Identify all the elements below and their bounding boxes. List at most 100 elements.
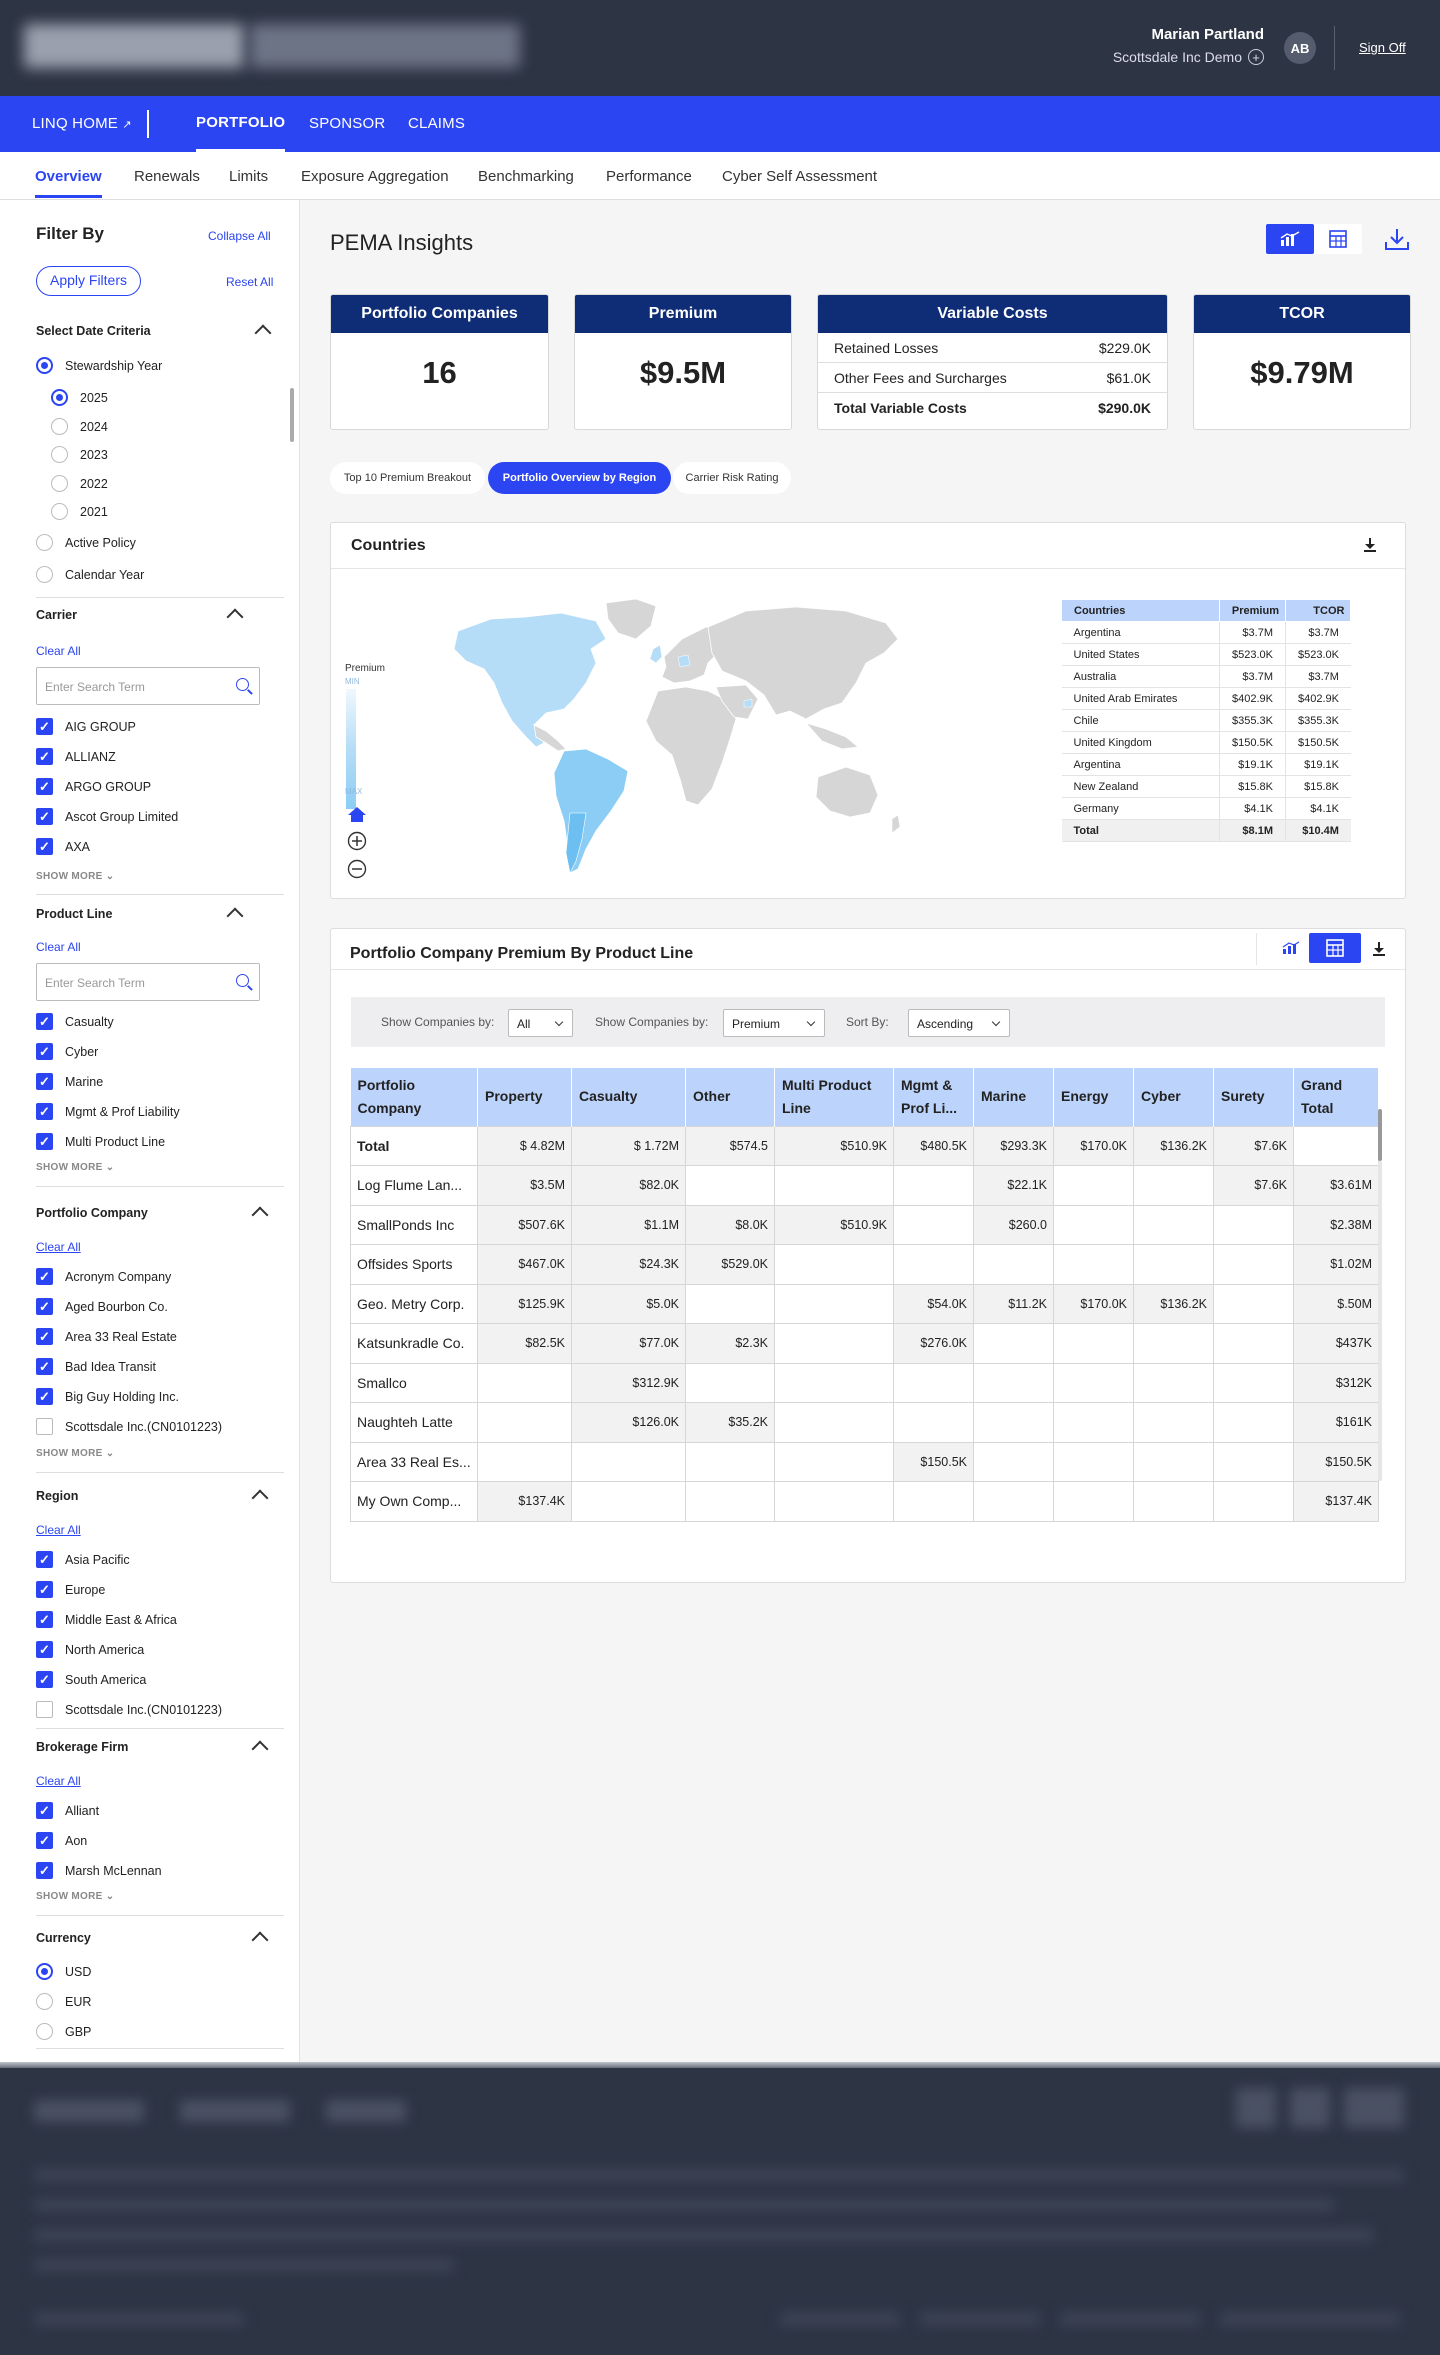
portfolio-company-option[interactable]: ✓ Bad Idea Transit [36,1358,156,1375]
chevron-up-icon[interactable] [226,907,244,925]
footer-social[interactable] [1344,2088,1404,2128]
world-map[interactable] [446,591,906,881]
table-row[interactable]: Geo. Metry Corp. $125.9K $5.0K $54.0K $11.2K… [350,1283,1379,1324]
table-total-row[interactable]: Total $ 4.82M $ 1.72M $574.5 $510.9K $480.5K $… [350,1125,1379,1166]
portfolio-company-option[interactable]: ✓ Acronym Company [36,1268,171,1285]
table-scrollbar[interactable] [1378,1109,1382,1161]
chevron-up-icon[interactable] [251,1489,269,1507]
footer-social[interactable] [1236,2088,1276,2128]
download-icon[interactable] [1372,941,1386,957]
year-option-2023[interactable]: 2023 [51,446,108,463]
chevron-up-icon[interactable] [254,324,272,342]
zoom-in-icon[interactable] [347,831,367,851]
portfolio-company-option[interactable]: ✓ Big Guy Holding Inc. [36,1388,179,1405]
product-line-option[interactable]: ✓ Marine [36,1073,103,1090]
brokerage-clear-all[interactable]: Clear All [36,1774,81,1788]
product-line-option[interactable]: ✓ Multi Product Line [36,1133,165,1150]
product-line-option[interactable]: ✓ Mgmt & Prof Liability [36,1103,180,1120]
active-policy-radio[interactable]: Active Policy [36,534,136,551]
region-option[interactable]: ✓ Asia Pacific [36,1551,130,1568]
table-row[interactable]: Germany $4.1K $4.1K [1061,797,1351,820]
footer-legal-link[interactable] [920,2312,1040,2326]
table-row[interactable]: Australia $3.7M $3.7M [1061,665,1351,688]
portfolio-company-option[interactable]: Scottsdale Inc.(CN0101223) [36,1418,222,1435]
column-header[interactable]: Cyber [1133,1068,1214,1126]
product-line-clear-all[interactable]: Clear All [36,940,81,954]
pill-carrier-risk-rating[interactable]: Carrier Risk Rating [673,462,791,494]
product-line-search-input[interactable]: Enter Search Term [36,963,260,1001]
footer-social[interactable] [1290,2088,1330,2128]
download-button[interactable] [1380,224,1414,254]
tab-cyber-self-assessment[interactable]: Cyber Self Assessment [722,168,877,185]
year-option-2022[interactable]: 2022 [51,475,108,492]
tab-overview[interactable]: Overview [35,168,102,198]
column-header[interactable]: Premium [1219,599,1286,622]
pill-top-10-premium[interactable]: Top 10 Premium Breakout [330,462,485,494]
year-option-2024[interactable]: 2024 [51,418,108,435]
column-header[interactable]: Portfolio Company [350,1068,478,1126]
region-clear-all[interactable]: Clear All [36,1523,81,1537]
column-header[interactable]: Surety [1213,1068,1294,1126]
column-header[interactable]: Mgmt & Prof Li... [893,1068,974,1126]
carrier-option[interactable]: ✓ ARGO GROUP [36,778,151,795]
sidebar-scrollbar[interactable] [290,388,294,442]
currency-option-eur[interactable]: EUR [36,1993,91,2010]
carrier-search-input[interactable]: Enter Search Term [36,667,260,705]
region-option[interactable]: ✓ Middle East & Africa [36,1611,177,1628]
column-header[interactable]: Marine [973,1068,1054,1126]
zoom-out-icon[interactable] [347,859,367,879]
product-line-option[interactable]: ✓ Cyber [36,1043,98,1060]
brokerage-option[interactable]: ✓ Aon [36,1832,87,1849]
avatar[interactable]: AB [1284,32,1316,64]
footer-legal-link[interactable] [1060,2312,1200,2326]
stewardship-year-radio[interactable]: Stewardship Year [36,357,162,374]
carrier-clear-all[interactable]: Clear All [36,644,81,658]
portfolio-company-option[interactable]: ✓ Aged Bourbon Co. [36,1298,168,1315]
chevron-up-icon[interactable] [251,1206,269,1224]
chevron-up-icon[interactable] [251,1931,269,1949]
table-row[interactable]: Smallco $312.9K $312K [350,1362,1379,1403]
table-row[interactable]: Naughteh Latte $126.0K $35.2K $161K [350,1402,1379,1443]
tab-performance[interactable]: Performance [606,168,692,185]
footer-link[interactable] [326,2100,406,2122]
column-header[interactable]: Grand Total [1293,1068,1379,1126]
table-row[interactable]: Area 33 Real Es... $150.5K $150.5K [350,1441,1379,1482]
nav-claims[interactable]: CLAIMS [408,96,465,152]
brokerage-option[interactable]: ✓ Alliant [36,1802,99,1819]
carrier-show-more[interactable]: SHOW MORE ⌄ [36,871,114,882]
table-row[interactable]: Argentina $3.7M $3.7M [1061,621,1351,644]
table-view-button[interactable] [1309,933,1361,963]
company-switcher[interactable]: Scottsdale Inc Demo + [1113,49,1264,65]
brokerage-option[interactable]: ✓ Marsh McLennan [36,1862,162,1879]
table-row[interactable]: Katsunkradle Co. $82.5K $77.0K $2.3K $276.0K… [350,1323,1379,1364]
calendar-year-radio[interactable]: Calendar Year [36,566,144,583]
column-header[interactable]: TCOR [1284,599,1352,622]
currency-option-usd[interactable]: USD [36,1963,91,1980]
column-header[interactable]: Property [477,1068,572,1126]
download-icon[interactable] [1363,537,1377,553]
tab-exposure-aggregation[interactable]: Exposure Aggregation [301,168,449,185]
column-header[interactable]: Countries [1061,599,1220,622]
chart-view-button[interactable] [1266,224,1314,254]
column-header[interactable]: Other [685,1068,775,1126]
tab-limits[interactable]: Limits [229,168,268,185]
chevron-up-icon[interactable] [226,608,244,626]
table-row[interactable]: United States $523.0K $523.0K [1061,643,1351,666]
table-row[interactable]: Log Flume Lan... $3.5M $82.0K $22.1K $7.6K $3… [350,1165,1379,1206]
region-option[interactable]: ✓ Europe [36,1581,105,1598]
tab-renewals[interactable]: Renewals [134,168,200,185]
table-row[interactable]: Chile $355.3K $355.3K [1061,709,1351,732]
sign-off-link[interactable]: Sign Off [1359,40,1406,55]
apply-filters-button[interactable]: Apply Filters [36,266,141,296]
nav-portfolio[interactable]: PORTFOLIO [196,96,286,152]
table-row[interactable]: United Arab Emirates $402.9K $402.9K [1061,687,1351,710]
chevron-up-icon[interactable] [251,1740,269,1758]
column-header[interactable]: Energy [1053,1068,1134,1126]
portfolio-company-option[interactable]: ✓ Area 33 Real Estate [36,1328,177,1345]
column-header[interactable]: Multi Product Line [774,1068,894,1126]
footer-legal-link[interactable] [1220,2312,1400,2326]
tab-benchmarking[interactable]: Benchmarking [478,168,574,185]
pill-portfolio-overview-region[interactable]: Portfolio Overview by Region [488,462,671,494]
carrier-option[interactable]: ✓ ALLIANZ [36,748,116,765]
home-icon[interactable] [347,805,367,823]
